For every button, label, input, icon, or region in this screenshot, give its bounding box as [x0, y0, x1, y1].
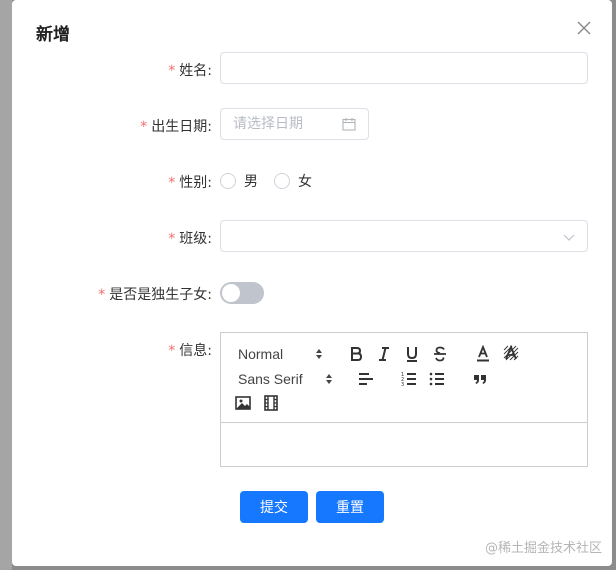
name-input[interactable]	[221, 53, 587, 83]
bold-icon[interactable]	[347, 345, 365, 363]
gender-radio-group: 男 女	[220, 171, 328, 191]
align-icon[interactable]	[357, 370, 375, 388]
radio-label: 男	[244, 174, 258, 190]
clear-format-icon[interactable]	[502, 345, 520, 363]
submit-button[interactable]: 提交	[240, 491, 308, 523]
name-label: * 姓名:	[168, 63, 212, 79]
blockquote-icon[interactable]	[471, 370, 489, 388]
rich-text-editor: Normal Sans Serif 1 2 3	[220, 332, 588, 467]
editor-toolbar: Normal Sans Serif 1 2 3	[221, 333, 587, 423]
name-field[interactable]	[220, 52, 588, 84]
font-select-value: Sans Serif	[238, 371, 303, 387]
svg-text:3: 3	[401, 382, 404, 388]
birth-date-picker[interactable]	[220, 108, 369, 140]
editor-content-area[interactable]	[221, 423, 587, 467]
font-select[interactable]: Sans Serif	[238, 370, 333, 388]
gender-option-female[interactable]: 女	[274, 171, 312, 191]
underline-icon[interactable]	[403, 345, 421, 363]
class-label: * 班级:	[168, 231, 212, 247]
class-select[interactable]	[220, 220, 588, 252]
gender-option-male[interactable]: 男	[220, 171, 258, 191]
dialog-title: 新增	[36, 25, 70, 45]
header-select-value: Normal	[238, 346, 284, 362]
chevron-down-icon	[563, 234, 575, 241]
header-select[interactable]: Normal	[238, 345, 323, 363]
calendar-icon	[342, 118, 356, 131]
image-icon[interactable]	[234, 394, 252, 412]
gender-label: * 性别:	[168, 175, 212, 191]
watermark: @稀土掘金技术社区	[484, 541, 602, 556]
text-color-icon[interactable]	[474, 345, 492, 363]
ordered-list-icon[interactable]: 1 2 3	[400, 370, 418, 388]
radio-circle[interactable]	[220, 173, 236, 189]
select-caret-icon	[316, 349, 322, 359]
backdrop	[0, 0, 12, 570]
video-icon[interactable]	[262, 394, 280, 412]
reset-button[interactable]: 重置	[316, 491, 384, 523]
italic-icon[interactable]	[375, 345, 393, 363]
info-label: * 信息:	[168, 343, 212, 359]
strike-icon[interactable]	[431, 345, 449, 363]
add-dialog: 新增 *姓名: *出生日期: *性别: 男 女	[12, 0, 612, 566]
radio-circle[interactable]	[274, 173, 290, 189]
bullet-list-icon[interactable]	[428, 370, 446, 388]
birth-date-label: * 出生日期:	[140, 119, 212, 135]
switch-knob	[222, 284, 240, 302]
close-icon[interactable]	[576, 20, 592, 36]
select-caret-icon	[326, 374, 332, 384]
radio-label: 女	[298, 174, 312, 190]
only-child-label: * 是否是独生子女:	[98, 287, 212, 303]
only-child-switch[interactable]	[220, 282, 264, 304]
